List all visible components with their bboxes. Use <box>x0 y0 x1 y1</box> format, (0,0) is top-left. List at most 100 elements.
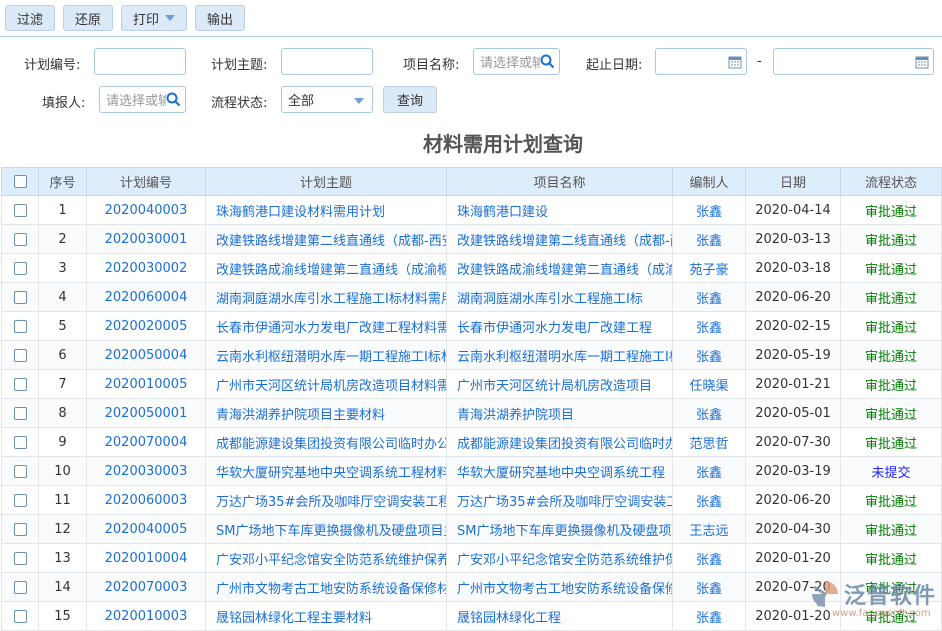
col-header-status[interactable]: 流程状态 <box>841 168 942 196</box>
col-header-project[interactable]: 项目名称 <box>447 168 673 196</box>
plan-topic-link[interactable]: 成都能源建设集团投资有限公司临时办公 <box>206 428 447 457</box>
author-link[interactable]: 张鑫 <box>673 312 746 341</box>
author-link[interactable]: 张鑫 <box>673 283 746 312</box>
author-link[interactable]: 张鑫 <box>673 399 746 428</box>
plan-topic-link[interactable]: SM广场地下车库更换摄像机及硬盘项目主要 <box>206 515 447 544</box>
plan-code-link[interactable]: 2020020005 <box>87 312 206 341</box>
row-checkbox[interactable] <box>14 378 27 391</box>
author-link[interactable]: 张鑫 <box>673 225 746 254</box>
row-checkbox[interactable] <box>14 494 27 507</box>
plan-topic-link[interactable]: 改建铁路成渝线增建第二直通线（成渝枢纽） <box>206 254 447 283</box>
row-checkbox[interactable] <box>14 204 27 217</box>
row-checkbox[interactable] <box>14 465 27 478</box>
col-header-author[interactable]: 编制人 <box>673 168 746 196</box>
plan-topic-link[interactable]: 华软大厦研究基地中央空调系统工程材料 <box>206 457 447 486</box>
author-link[interactable]: 任晓渠 <box>673 370 746 399</box>
project-name-link[interactable]: SM广场地下车库更换摄像机及硬盘项目 <box>447 515 673 544</box>
table-row[interactable]: 2 2020030001 改建铁路线增建第二线直通线（成都-西安） 改建铁路线增… <box>2 225 942 254</box>
calendar-icon[interactable] <box>915 55 929 69</box>
table-row[interactable]: 14 2020070003 广州市文物考古工地安防系统设备保修材料 广州市文物考… <box>2 573 942 602</box>
project-input[interactable]: 请选择或输 <box>473 48 560 75</box>
calendar-icon[interactable] <box>728 55 742 69</box>
plan-topic-link[interactable]: 改建铁路线增建第二线直通线（成都-西安） <box>206 225 447 254</box>
author-link[interactable]: 张鑫 <box>673 196 746 225</box>
project-name-link[interactable]: 华软大厦研究基地中央空调系统工程 <box>447 457 673 486</box>
table-row[interactable]: 11 2020060003 万达广场35#会所及咖啡厅空调安装工程 万达广场35… <box>2 486 942 515</box>
author-link[interactable]: 苑子豪 <box>673 254 746 283</box>
row-checkbox[interactable] <box>14 436 27 449</box>
table-row[interactable]: 15 2020010003 晟铭园林绿化工程主要材料 晟铭园林绿化工程 张鑫 2… <box>2 602 942 631</box>
plan-topic-link[interactable]: 晟铭园林绿化工程主要材料 <box>206 602 447 631</box>
author-link[interactable]: 张鑫 <box>673 486 746 515</box>
plan-topic-link[interactable]: 万达广场35#会所及咖啡厅空调安装工程 <box>206 486 447 515</box>
table-row[interactable]: 1 2020040003 珠海鹤港口建设材料需用计划 珠海鹤港口建设 张鑫 20… <box>2 196 942 225</box>
plan-code-link[interactable]: 2020030003 <box>87 457 206 486</box>
plan-code-link[interactable]: 2020010004 <box>87 544 206 573</box>
plan-code-link[interactable]: 2020040003 <box>87 196 206 225</box>
table-row[interactable]: 12 2020040005 SM广场地下车库更换摄像机及硬盘项目主要 SM广场地… <box>2 515 942 544</box>
start-date-input[interactable] <box>655 48 747 75</box>
plan-topic-link[interactable]: 珠海鹤港口建设材料需用计划 <box>206 196 447 225</box>
plan-code-link[interactable]: 2020030001 <box>87 225 206 254</box>
project-name-link[interactable]: 改建铁路线增建第二线直通线（成都-西安） <box>447 225 673 254</box>
filter-button[interactable]: 过滤 <box>5 5 55 31</box>
row-checkbox[interactable] <box>14 610 27 623</box>
project-name-link[interactable]: 珠海鹤港口建设 <box>447 196 673 225</box>
col-header-no[interactable]: 序号 <box>39 168 87 196</box>
table-row[interactable]: 6 2020050004 云南水利枢纽潜明水库一期工程施工I标材料 云南水利枢纽… <box>2 341 942 370</box>
project-name-link[interactable]: 广安邓小平纪念馆安全防范系统维护保养 <box>447 544 673 573</box>
table-row[interactable]: 13 2020010004 广安邓小平纪念馆安全防范系统维护保养 广安邓小平纪念… <box>2 544 942 573</box>
search-icon[interactable] <box>540 54 555 69</box>
table-row[interactable]: 9 2020070004 成都能源建设集团投资有限公司临时办公 成都能源建设集团… <box>2 428 942 457</box>
plan-topic-link[interactable]: 云南水利枢纽潜明水库一期工程施工I标材料 <box>206 341 447 370</box>
plan-topic-link[interactable]: 广州市天河区统计局机房改造项目材料需用计划 <box>206 370 447 399</box>
row-checkbox[interactable] <box>14 407 27 420</box>
plan-topic-link[interactable]: 长春市伊通河水力发电厂改建工程材料需用计划 <box>206 312 447 341</box>
row-checkbox[interactable] <box>14 291 27 304</box>
plan-topic-input[interactable] <box>281 48 373 75</box>
export-button[interactable]: 输出 <box>195 5 245 31</box>
plan-code-link[interactable]: 2020050001 <box>87 399 206 428</box>
plan-code-link[interactable]: 2020050004 <box>87 341 206 370</box>
plan-code-link[interactable]: 2020010003 <box>87 602 206 631</box>
author-link[interactable]: 张鑫 <box>673 544 746 573</box>
author-link[interactable]: 范思哲 <box>673 428 746 457</box>
table-row[interactable]: 5 2020020005 长春市伊通河水力发电厂改建工程材料需用计划 长春市伊通… <box>2 312 942 341</box>
author-link[interactable]: 张鑫 <box>673 457 746 486</box>
project-name-link[interactable]: 万达广场35#会所及咖啡厅空调安装工程 <box>447 486 673 515</box>
author-link[interactable]: 张鑫 <box>673 602 746 631</box>
project-name-link[interactable]: 成都能源建设集团投资有限公司临时办公 <box>447 428 673 457</box>
plan-code-link[interactable]: 2020070004 <box>87 428 206 457</box>
col-header-date[interactable]: 日期 <box>746 168 841 196</box>
select-all-checkbox[interactable] <box>14 175 27 188</box>
reporter-input[interactable]: 请选择或输 <box>99 86 186 113</box>
plan-topic-link[interactable]: 广安邓小平纪念馆安全防范系统维护保养 <box>206 544 447 573</box>
print-button[interactable]: 打印 <box>121 5 187 31</box>
plan-code-link[interactable]: 2020060003 <box>87 486 206 515</box>
plan-code-link[interactable]: 2020070003 <box>87 573 206 602</box>
project-name-link[interactable]: 晟铭园林绿化工程 <box>447 602 673 631</box>
search-icon[interactable] <box>166 92 181 107</box>
project-name-link[interactable]: 云南水利枢纽潜明水库一期工程施工I标 <box>447 341 673 370</box>
author-link[interactable]: 王志远 <box>673 515 746 544</box>
table-row[interactable]: 7 2020010005 广州市天河区统计局机房改造项目材料需用计划 广州市天河… <box>2 370 942 399</box>
project-name-link[interactable]: 湖南洞庭湖水库引水工程施工I标 <box>447 283 673 312</box>
project-name-link[interactable]: 广州市天河区统计局机房改造项目 <box>447 370 673 399</box>
plan-code-link[interactable]: 2020030002 <box>87 254 206 283</box>
plan-code-link[interactable]: 2020010005 <box>87 370 206 399</box>
end-date-input[interactable] <box>773 48 934 75</box>
row-checkbox[interactable] <box>14 233 27 246</box>
status-select[interactable]: 全部 <box>281 86 373 113</box>
query-button[interactable]: 查询 <box>383 86 437 113</box>
author-link[interactable]: 张鑫 <box>673 341 746 370</box>
plan-code-link[interactable]: 2020060004 <box>87 283 206 312</box>
col-header-topic[interactable]: 计划主题 <box>206 168 447 196</box>
row-checkbox[interactable] <box>14 320 27 333</box>
project-name-link[interactable]: 广州市文物考古工地安防系统设备保修 <box>447 573 673 602</box>
row-checkbox[interactable] <box>14 552 27 565</box>
table-row[interactable]: 4 2020060004 湖南洞庭湖水库引水工程施工I标材料需用计划 湖南洞庭湖… <box>2 283 942 312</box>
project-name-link[interactable]: 青海洪湖养护院项目 <box>447 399 673 428</box>
project-name-link[interactable]: 改建铁路成渝线增建第二直通线（成渝枢纽） <box>447 254 673 283</box>
author-link[interactable]: 张鑫 <box>673 573 746 602</box>
row-checkbox[interactable] <box>14 523 27 536</box>
